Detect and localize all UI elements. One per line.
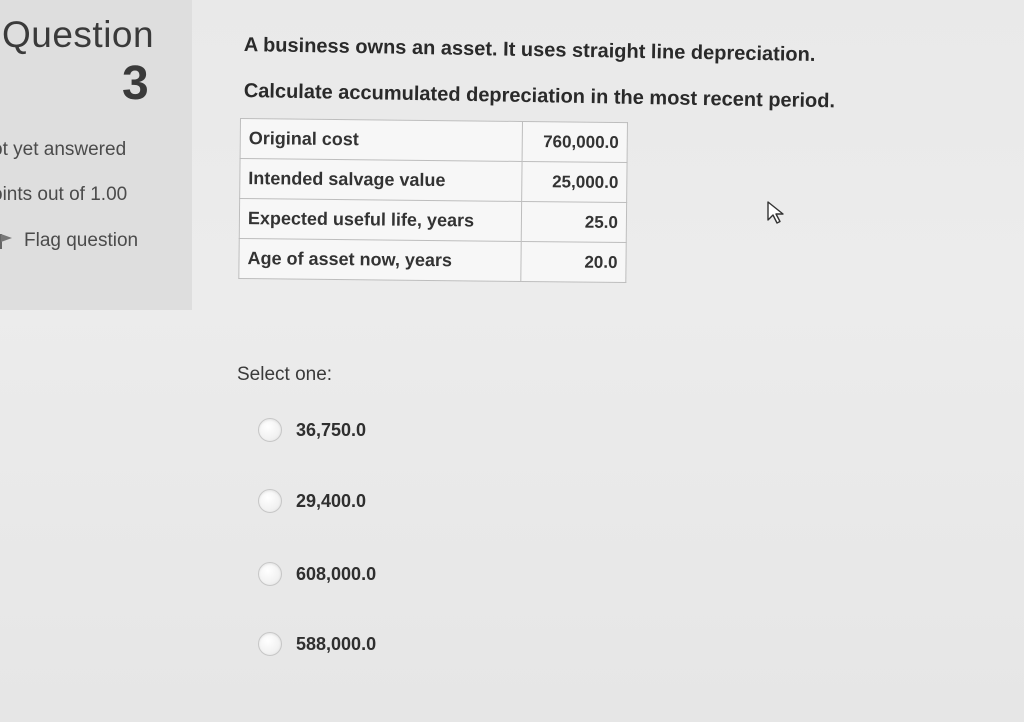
answer-option-label: 608,000.0: [296, 563, 377, 584]
asset-data-table: Original cost 760,000.0 Intended salvage…: [238, 118, 628, 284]
answer-option[interactable]: 29,400.0: [258, 489, 366, 513]
radio-button[interactable]: [258, 632, 282, 656]
select-one-label: Select one:: [237, 364, 333, 385]
radio-button[interactable]: [258, 562, 282, 586]
table-cell-label: Original cost: [240, 118, 523, 162]
radio-button[interactable]: [258, 418, 282, 442]
table-cell-value: 760,000.0: [522, 121, 628, 163]
table-row: Original cost 760,000.0: [240, 118, 628, 163]
flag-icon: [0, 232, 16, 250]
answer-option-label: 29,400.0: [296, 490, 367, 511]
flag-question-link[interactable]: Flag question: [0, 230, 138, 252]
table-row: Intended salvage value 25,000.0: [239, 158, 628, 203]
question-number: 3: [122, 57, 149, 110]
answer-option-label: 36,750.0: [296, 419, 367, 440]
radio-button[interactable]: [258, 489, 282, 513]
table-cell-value: 25,000.0: [521, 161, 628, 203]
answer-option[interactable]: 36,750.0: [258, 418, 366, 442]
question-text-line-2: Calculate accumulated depreciation in th…: [243, 80, 836, 113]
table-cell-value: 25.0: [521, 201, 627, 243]
table-row: Age of asset now, years 20.0: [238, 238, 627, 283]
mouse-pointer-icon: [766, 200, 788, 226]
answer-option[interactable]: 588,000.0: [258, 632, 376, 656]
question-text-line-1: A business owns an asset. It uses straig…: [243, 34, 816, 66]
table-cell-label: Intended salvage value: [239, 158, 523, 202]
question-title: Question: [2, 14, 155, 55]
table-cell-label: Age of asset now, years: [238, 238, 522, 282]
table-cell-value: 20.0: [520, 241, 627, 283]
flag-question-label: Flag question: [24, 230, 139, 251]
table-row: Expected useful life, years 25.0: [239, 198, 627, 243]
answer-option[interactable]: 608,000.0: [258, 562, 376, 586]
question-info-panel: Question 3 ot yet answered oints out of …: [0, 0, 192, 310]
answer-status: ot yet answered: [0, 139, 127, 160]
answer-option-label: 588,000.0: [296, 633, 377, 654]
table-cell-label: Expected useful life, years: [239, 198, 522, 242]
marks-info: oints out of 1.00: [0, 184, 128, 205]
